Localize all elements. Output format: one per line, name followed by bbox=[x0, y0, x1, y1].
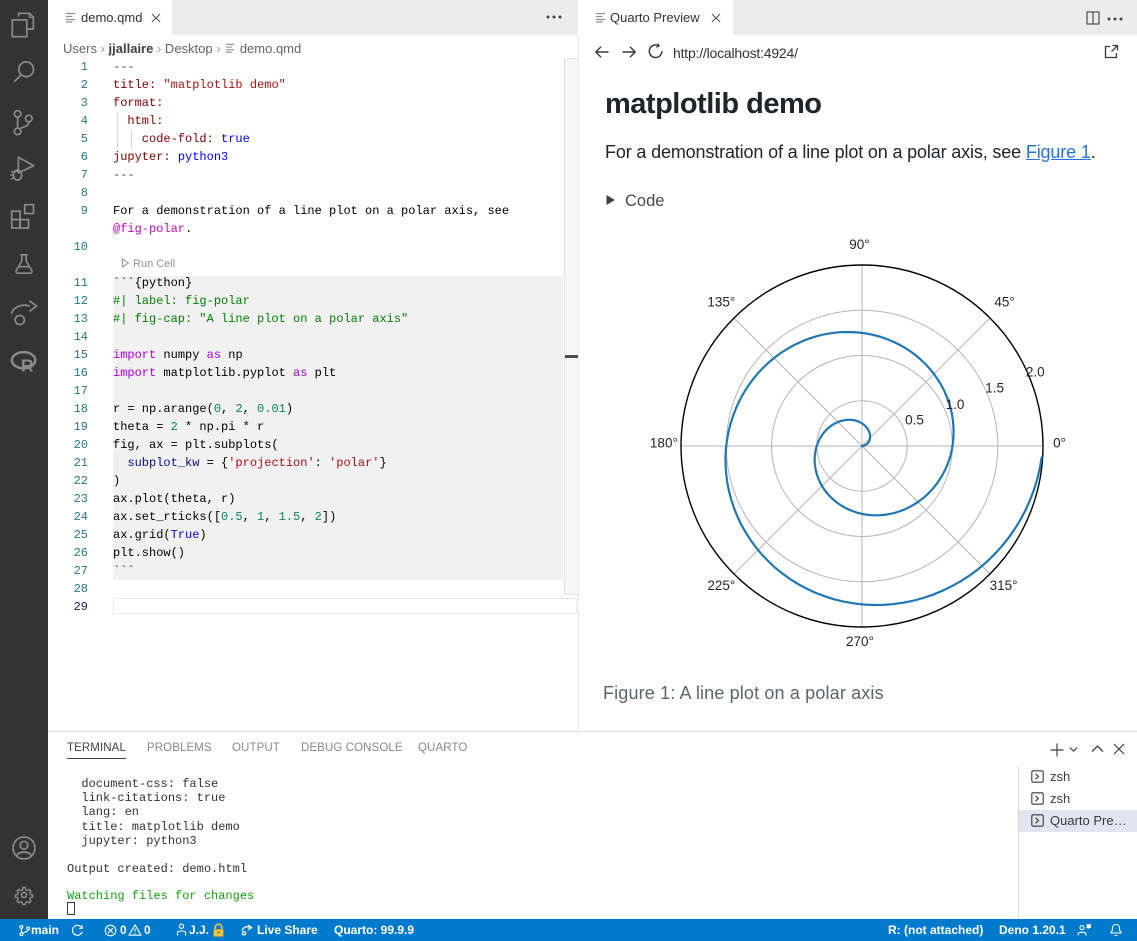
svg-text:90°: 90° bbox=[849, 237, 869, 252]
svg-text:225°: 225° bbox=[707, 578, 735, 593]
svg-text:R: R bbox=[21, 355, 34, 374]
svg-text:1.5: 1.5 bbox=[985, 381, 1004, 396]
svg-text:135°: 135° bbox=[707, 295, 735, 310]
svg-text:1.0: 1.0 bbox=[946, 397, 965, 412]
svg-text:315°: 315° bbox=[990, 578, 1018, 593]
svg-text:2.0: 2.0 bbox=[1026, 365, 1045, 380]
svg-text:0.5: 0.5 bbox=[905, 413, 924, 428]
svg-text:45°: 45° bbox=[994, 295, 1014, 310]
svg-text:0°: 0° bbox=[1053, 436, 1066, 451]
svg-text:270°: 270° bbox=[846, 634, 874, 649]
svg-text:180°: 180° bbox=[650, 436, 678, 451]
